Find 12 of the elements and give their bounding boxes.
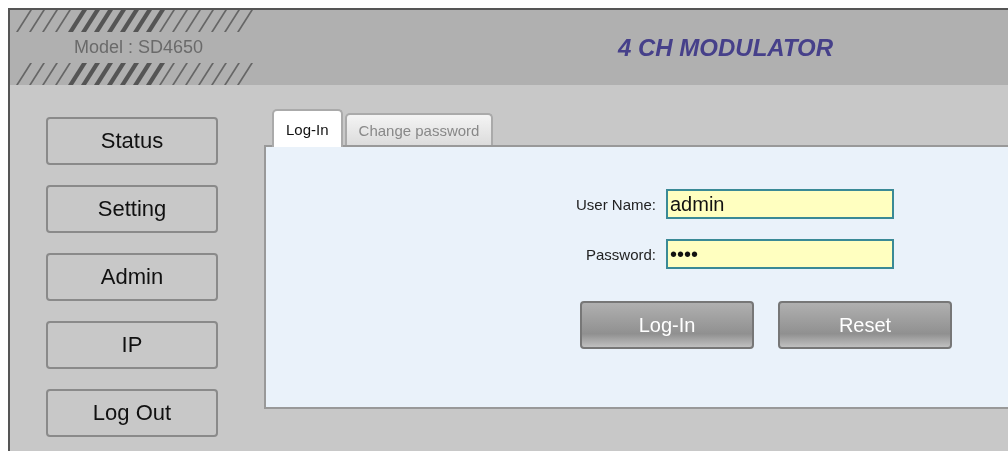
input-field[interactable]: •••• <box>666 239 894 269</box>
page-title: 4 CH MODULATOR <box>618 33 834 62</box>
nav-button[interactable]: Setting <box>46 185 218 233</box>
model-label: Model : SD4650 <box>73 37 205 58</box>
field-label: User Name: <box>574 195 657 213</box>
nav-button[interactable]: Status <box>46 117 218 165</box>
tab[interactable]: Log-In <box>272 109 343 147</box>
input-field[interactable]: admin <box>666 189 894 219</box>
nav-button[interactable]: IP <box>46 321 218 369</box>
nav-button[interactable]: Admin <box>46 253 218 301</box>
field-label: Password: <box>584 245 657 263</box>
nav-button[interactable]: Log Out <box>46 389 218 437</box>
